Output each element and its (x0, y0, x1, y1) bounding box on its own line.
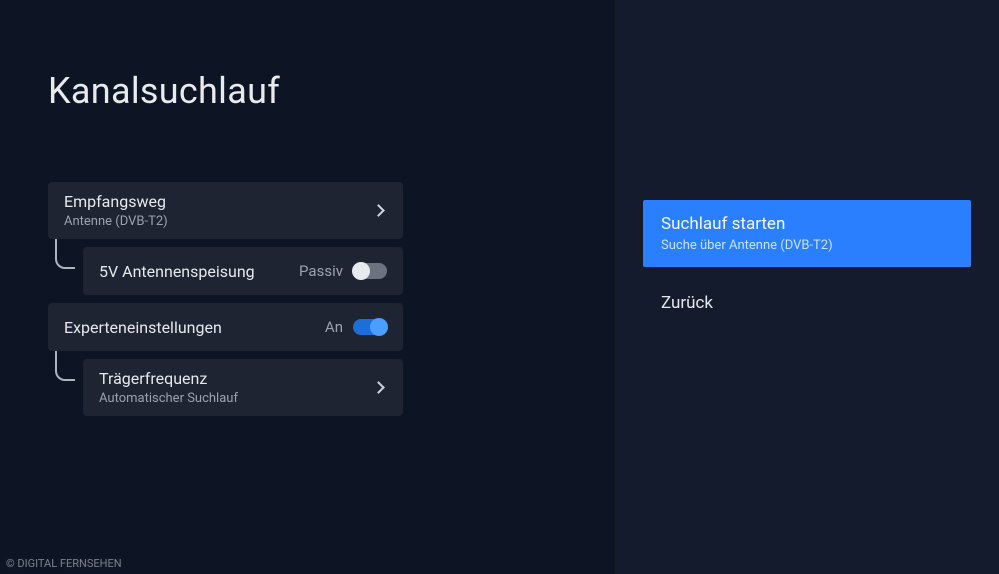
setting-value: Antenne (DVB-T2) (64, 214, 168, 229)
start-scan-button[interactable]: Suchlauf starten Suche über Antenne (DVB… (643, 200, 971, 267)
actions-panel: Suchlauf starten Suche über Antenne (DVB… (615, 0, 999, 574)
setting-value: Automatischer Suchlauf (99, 391, 238, 406)
tree-connector-icon (55, 239, 75, 269)
setting-expert[interactable]: Experteneinstellungen An (48, 303, 403, 351)
back-button[interactable]: Zurück (643, 275, 971, 331)
action-sublabel: Suche über Antenne (DVB-T2) (661, 238, 953, 253)
action-label: Suchlauf starten (661, 214, 953, 234)
page-title: Kanalsuchlauf (48, 70, 567, 112)
tree-connector-icon (55, 351, 75, 381)
toggle-state-label: An (325, 318, 343, 336)
chevron-right-icon (372, 204, 385, 217)
setting-reception-path[interactable]: Empfangsweg Antenne (DVB-T2) (48, 182, 403, 239)
watermark: © DIGITAL FERNSEHEN (6, 557, 122, 570)
setting-carrier-frequency[interactable]: Trägerfrequenz Automatischer Suchlauf (83, 359, 403, 416)
setting-label: 5V Antennenspeisung (99, 262, 255, 281)
expert-toggle[interactable] (353, 319, 387, 335)
setting-label: Experteneinstellungen (64, 318, 222, 337)
toggle-knob-icon (370, 318, 388, 336)
settings-list: Empfangsweg Antenne (DVB-T2) 5V Antennen… (48, 182, 403, 416)
chevron-right-icon (372, 381, 385, 394)
setting-antenna-power[interactable]: 5V Antennenspeisung Passiv (83, 247, 403, 295)
antenna-power-toggle[interactable] (353, 263, 387, 279)
setting-label: Trägerfrequenz (99, 369, 238, 388)
action-label: Zurück (661, 293, 713, 313)
toggle-knob-icon (352, 262, 370, 280)
setting-label: Empfangsweg (64, 192, 168, 211)
toggle-state-label: Passiv (299, 262, 343, 280)
